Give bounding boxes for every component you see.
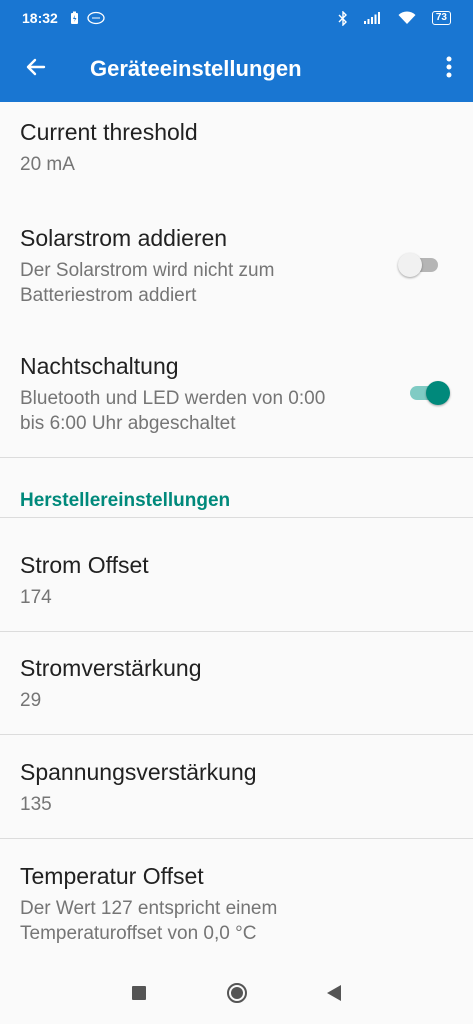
pref-stromverstaerkung[interactable]: Stromverstärkung 29: [0, 654, 473, 713]
more-vert-icon: [446, 56, 452, 83]
back-nav-button[interactable]: [322, 983, 346, 1007]
battery-charging-icon: [70, 11, 79, 25]
battery-level: 73: [431, 11, 451, 25]
square-icon: [132, 985, 146, 1005]
notification-app-icon: [87, 11, 105, 25]
arrow-left-icon: [24, 55, 48, 84]
pref-summary-line: Temperaturoffset von 0,0 °C: [20, 923, 257, 944]
bluetooth-icon: [338, 10, 348, 26]
divider: [0, 734, 473, 735]
pref-summary: 20 mA: [20, 154, 75, 175]
circle-icon: [226, 982, 248, 1009]
category-header: Herstellereinstellungen: [20, 490, 231, 511]
pref-temperatur-offset[interactable]: Temperatur Offset Der Wert 127 entsprich…: [0, 862, 473, 946]
switch-thumb: [398, 253, 422, 277]
pref-summary: 29: [20, 690, 42, 711]
page-title: Geräteeinstellungen: [90, 56, 302, 81]
pref-title: Stromverstärkung: [20, 655, 202, 681]
pref-nachtschaltung[interactable]: Nachtschaltung Bluetooth und LED werden …: [0, 352, 473, 436]
status-time: 18:32: [22, 10, 58, 26]
signal-icon: [363, 12, 382, 24]
recents-button[interactable]: [127, 983, 151, 1007]
pref-current-threshold[interactable]: Current threshold 20 mA: [0, 118, 473, 177]
pref-summary-line: bis 6:00 Uhr abgeschaltet: [20, 413, 236, 434]
home-button[interactable]: [225, 982, 249, 1009]
pref-summary-line: Der Wert 127 entspricht einem: [20, 898, 278, 919]
divider: [0, 631, 473, 632]
divider: [0, 517, 473, 518]
triangle-left-icon: [327, 984, 341, 1006]
app-bar: Geräteeinstellungen: [0, 36, 473, 102]
pref-title: Current threshold: [20, 119, 198, 145]
divider: [0, 457, 473, 458]
system-nav-bar: [0, 966, 473, 1024]
pref-title: Spannungsverstärkung: [20, 759, 257, 785]
switch-thumb: [426, 381, 450, 405]
status-bar: 18:32 73: [0, 0, 473, 36]
solarstrom-toggle[interactable]: [398, 251, 442, 277]
back-button[interactable]: [0, 36, 72, 102]
divider: [0, 838, 473, 839]
pref-summary: 135: [20, 794, 52, 815]
pref-title: Nachtschaltung: [20, 353, 179, 379]
pref-summary: 174: [20, 587, 52, 608]
pref-strom-offset[interactable]: Strom Offset 174: [0, 551, 473, 610]
pref-summary-line: Batteriestrom addiert: [20, 285, 197, 306]
pref-title: Strom Offset: [20, 552, 149, 578]
overflow-menu-button[interactable]: [425, 36, 473, 102]
wifi-icon: [398, 11, 416, 25]
nachtschaltung-toggle[interactable]: [406, 379, 450, 405]
pref-title: Temperatur Offset: [20, 863, 204, 889]
pref-summary: Der Wert 127 entspricht einem Temperatur…: [20, 896, 473, 946]
pref-title: Solarstrom addieren: [20, 225, 228, 251]
pref-spannungsverstaerkung[interactable]: Spannungsverstärkung 135: [0, 758, 473, 817]
